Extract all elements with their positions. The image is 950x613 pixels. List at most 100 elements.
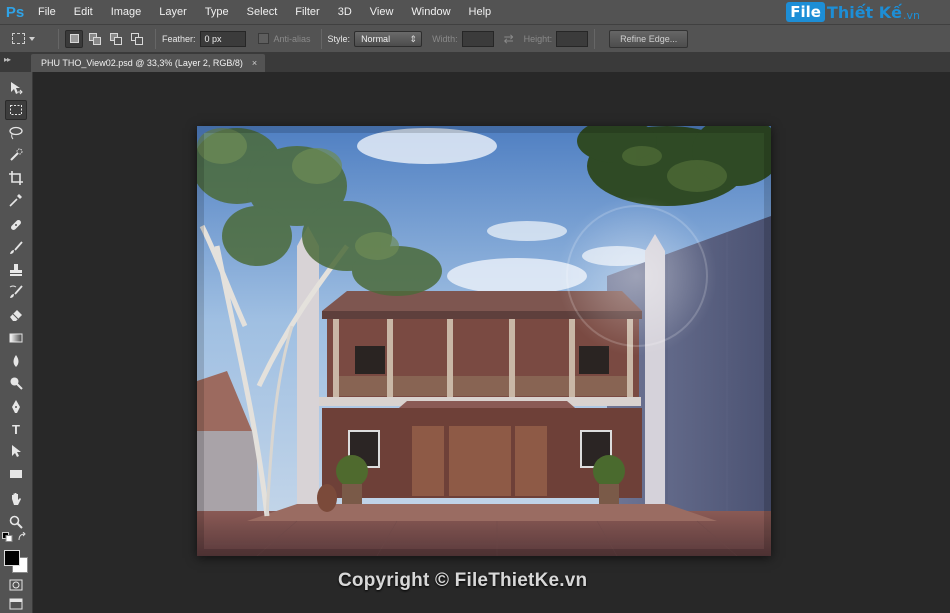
eraser-tool[interactable]	[5, 305, 27, 325]
watermark-thietke-text: Thiết Kế	[826, 2, 903, 22]
menu-filter[interactable]: Filter	[286, 0, 328, 24]
style-label: Style:	[327, 33, 351, 44]
brush-tool[interactable]	[5, 238, 27, 258]
spot-heal-icon	[11, 220, 21, 230]
swap-colors-button[interactable]	[16, 531, 30, 543]
style-select[interactable]: Normal	[354, 30, 423, 47]
path-select-tool[interactable]	[5, 441, 27, 461]
tool-preset-picker[interactable]	[12, 28, 52, 50]
gradient-icon	[9, 333, 23, 343]
rect-marquee-icon	[10, 105, 22, 115]
quick-select-icon	[10, 148, 23, 161]
options-bar: Feather: 0 px Anti-alias Style: Normal W…	[0, 24, 950, 53]
brush-icon	[10, 241, 23, 254]
subtract-selection-icon	[110, 32, 122, 45]
crop-icon	[9, 171, 23, 185]
menu-file[interactable]: File	[30, 0, 65, 24]
height-input[interactable]	[556, 30, 589, 47]
height-label: Height:	[523, 33, 553, 44]
menu-edit[interactable]: Edit	[65, 0, 102, 24]
move-icon	[11, 82, 23, 95]
eyedropper-tool[interactable]	[5, 190, 27, 210]
document-canvas-image[interactable]	[197, 126, 771, 556]
dodge-tool[interactable]	[5, 373, 27, 393]
width-label: Width:	[432, 33, 458, 44]
refine-edge-button[interactable]: Refine Edge...	[609, 29, 689, 48]
eyedropper-icon	[9, 194, 22, 207]
menu-3d[interactable]: 3D	[329, 0, 361, 24]
new-selection-button[interactable]	[65, 29, 83, 48]
chevron-down-icon	[29, 36, 35, 41]
feather-label: Feather:	[162, 33, 196, 44]
foreground-color-swatch[interactable]	[4, 550, 20, 566]
hand-icon	[12, 493, 21, 505]
menu-select[interactable]: Select	[238, 0, 287, 24]
type-tool[interactable]: T	[5, 419, 27, 439]
intersect-selection-button[interactable]	[128, 30, 146, 48]
path-select-icon	[12, 445, 21, 457]
zoom-tool[interactable]	[5, 512, 27, 532]
dodge-icon	[10, 377, 23, 390]
divider	[320, 28, 322, 49]
color-swatches	[4, 550, 30, 573]
feather-input[interactable]: 0 px	[199, 30, 246, 47]
collapse-panel-icon[interactable]: ▸▸	[0, 53, 31, 72]
menu-image[interactable]: Image	[102, 0, 151, 24]
menu-help[interactable]: Help	[460, 0, 501, 24]
watermark-file-text: File	[786, 2, 825, 22]
type-icon: T	[12, 421, 20, 437]
menu-view[interactable]: View	[361, 0, 403, 24]
canvas-workspace[interactable]: Copyright © FileThietKe.vn	[34, 72, 950, 613]
divider	[58, 28, 59, 49]
menu-layer[interactable]: Layer	[150, 0, 196, 24]
copyright-watermark: Copyright © FileThietKe.vn	[338, 570, 588, 591]
screen-mode-button[interactable]	[5, 597, 27, 611]
pen-icon	[12, 400, 20, 413]
rect-marquee-tool[interactable]	[5, 100, 27, 120]
history-brush-tool[interactable]	[5, 282, 27, 302]
subtract-selection-button[interactable]	[107, 30, 125, 48]
quick-mask-button[interactable]	[5, 575, 27, 595]
menu-bar: Ps File Edit Image Layer Type Select Fil…	[0, 0, 950, 24]
anti-alias-checkbox[interactable]	[257, 33, 269, 44]
swap-width-height-icon[interactable]: ⇄	[504, 32, 514, 46]
clone-stamp-tool[interactable]	[5, 260, 27, 280]
spot-heal-tool[interactable]	[5, 215, 27, 235]
document-tab[interactable]: PHU THO_View02.psd @ 33,3% (Layer 2, RGB…	[31, 54, 266, 72]
screen-mode-icon	[9, 598, 23, 610]
tools-panel: T	[0, 72, 33, 613]
photoshop-window: Ps File Edit Image Layer Type Select Fil…	[0, 0, 950, 613]
default-colors-icon	[2, 532, 13, 542]
photoshop-logo: Ps	[5, 3, 25, 21]
zoom-icon	[9, 515, 23, 529]
rectangle-shape-icon	[10, 470, 22, 478]
blur-tool[interactable]	[5, 351, 27, 371]
history-brush-icon	[9, 285, 23, 298]
add-to-selection-button[interactable]	[86, 30, 104, 48]
swap-colors-icon	[18, 532, 26, 541]
architecture-render-image	[197, 126, 771, 556]
menu-type[interactable]: Type	[196, 0, 238, 24]
document-tab-title: PHU THO_View02.psd @ 33,3% (Layer 2, RGB…	[41, 58, 243, 68]
filethietke-watermark-logo: File Thiết Kế .vn	[786, 2, 920, 22]
gradient-tool[interactable]	[5, 328, 27, 348]
lasso-tool[interactable]	[5, 123, 27, 143]
default-colors-button[interactable]	[1, 531, 15, 543]
watermark-vn-text: .vn	[903, 9, 920, 22]
crop-tool[interactable]	[5, 168, 27, 188]
blur-icon	[13, 355, 19, 367]
add-selection-icon	[89, 32, 101, 45]
rectangle-shape-tool[interactable]	[5, 464, 27, 484]
divider	[155, 28, 156, 49]
eraser-icon	[10, 310, 22, 321]
menu-window[interactable]: Window	[402, 0, 459, 24]
width-input[interactable]	[461, 30, 494, 47]
pen-tool[interactable]	[5, 397, 27, 417]
clone-stamp-icon	[10, 264, 22, 276]
close-icon[interactable]: ×	[252, 58, 257, 68]
quick-select-tool[interactable]	[5, 145, 27, 165]
hand-tool[interactable]	[5, 489, 27, 509]
document-tab-bar: ▸▸ PHU THO_View02.psd @ 33,3% (Layer 2, …	[0, 53, 950, 72]
move-tool[interactable]	[5, 78, 27, 98]
lasso-icon	[9, 126, 23, 140]
